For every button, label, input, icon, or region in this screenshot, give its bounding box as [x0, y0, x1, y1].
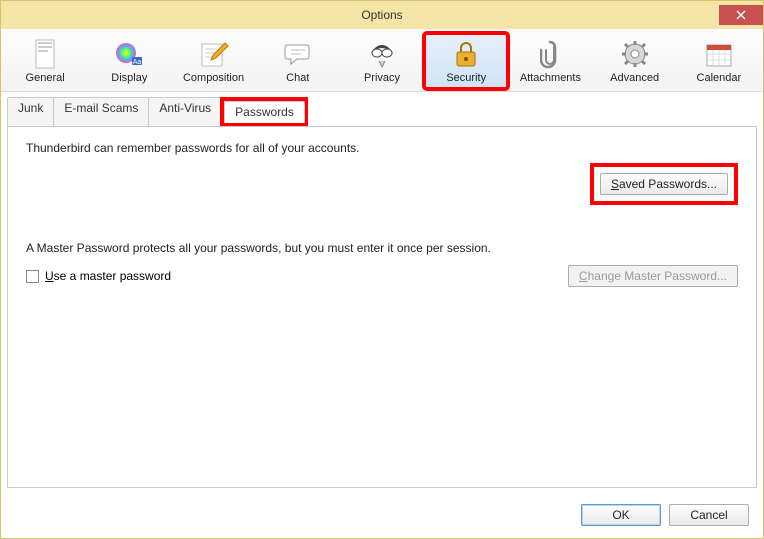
toolbar-label: Attachments	[520, 72, 581, 84]
subtab-anti-virus[interactable]: Anti-Virus	[148, 97, 222, 127]
category-toolbar: General Aa Display Composition Chat Priv…	[1, 29, 763, 92]
composition-icon	[199, 38, 229, 70]
dialog-footer: OK Cancel	[1, 494, 763, 538]
toolbar-general[interactable]: General	[3, 33, 87, 89]
toolbar-security[interactable]: Security	[424, 33, 508, 89]
use-master-password-label: Use a master password	[45, 269, 171, 283]
toolbar-display[interactable]: Aa Display	[87, 33, 171, 89]
ok-button[interactable]: OK	[581, 504, 661, 526]
privacy-icon	[367, 38, 397, 70]
master-password-desc: A Master Password protects all your pass…	[26, 241, 738, 255]
highlight-passwords-tab: Passwords	[220, 97, 308, 127]
svg-text:Aa: Aa	[133, 59, 142, 66]
advanced-icon	[620, 38, 650, 70]
toolbar-label: Security	[446, 72, 486, 84]
toolbar-label: Chat	[286, 72, 309, 84]
toolbar-label: Privacy	[364, 72, 400, 84]
close-icon	[736, 10, 746, 20]
toolbar-label: Display	[111, 72, 147, 84]
calendar-icon	[705, 38, 733, 70]
toolbar-calendar[interactable]: Calendar	[677, 33, 761, 89]
highlight-saved-passwords: Saved Passwords...	[590, 163, 738, 205]
toolbar-label: Composition	[183, 72, 244, 84]
checkbox-icon	[26, 270, 39, 283]
chat-icon	[283, 38, 313, 70]
attachments-icon	[540, 38, 560, 70]
subtab-passwords[interactable]: Passwords	[224, 101, 305, 123]
close-button[interactable]	[719, 5, 763, 25]
toolbar-attachments[interactable]: Attachments	[508, 33, 592, 89]
security-subtabs: Junk E-mail Scams Anti-Virus Passwords	[7, 97, 757, 127]
display-icon: Aa	[114, 38, 144, 70]
subtab-junk[interactable]: Junk	[7, 97, 54, 127]
titlebar: Options	[1, 1, 763, 29]
security-icon	[452, 38, 480, 70]
pane-container: Thunderbird can remember passwords for a…	[1, 126, 763, 494]
toolbar-label: Advanced	[610, 72, 659, 84]
toolbar-chat[interactable]: Chat	[256, 33, 340, 89]
toolbar-label: Calendar	[697, 72, 742, 84]
saved-passwords-button[interactable]: Saved Passwords...	[600, 173, 728, 195]
subtab-email-scams[interactable]: E-mail Scams	[53, 97, 149, 127]
toolbar-privacy[interactable]: Privacy	[340, 33, 424, 89]
toolbar-advanced[interactable]: Advanced	[593, 33, 677, 89]
passwords-pane: Thunderbird can remember passwords for a…	[7, 126, 757, 488]
toolbar-label: General	[26, 72, 65, 84]
window-title: Options	[361, 8, 402, 22]
options-window: Options General Aa Display Composition	[0, 0, 764, 539]
cancel-button[interactable]: Cancel	[669, 504, 749, 526]
general-icon	[32, 38, 58, 70]
change-master-password-button[interactable]: Change Master Password...	[568, 265, 738, 287]
toolbar-composition[interactable]: Composition	[171, 33, 255, 89]
use-master-password-checkbox[interactable]: Use a master password	[26, 269, 568, 283]
remember-passwords-text: Thunderbird can remember passwords for a…	[26, 141, 738, 155]
